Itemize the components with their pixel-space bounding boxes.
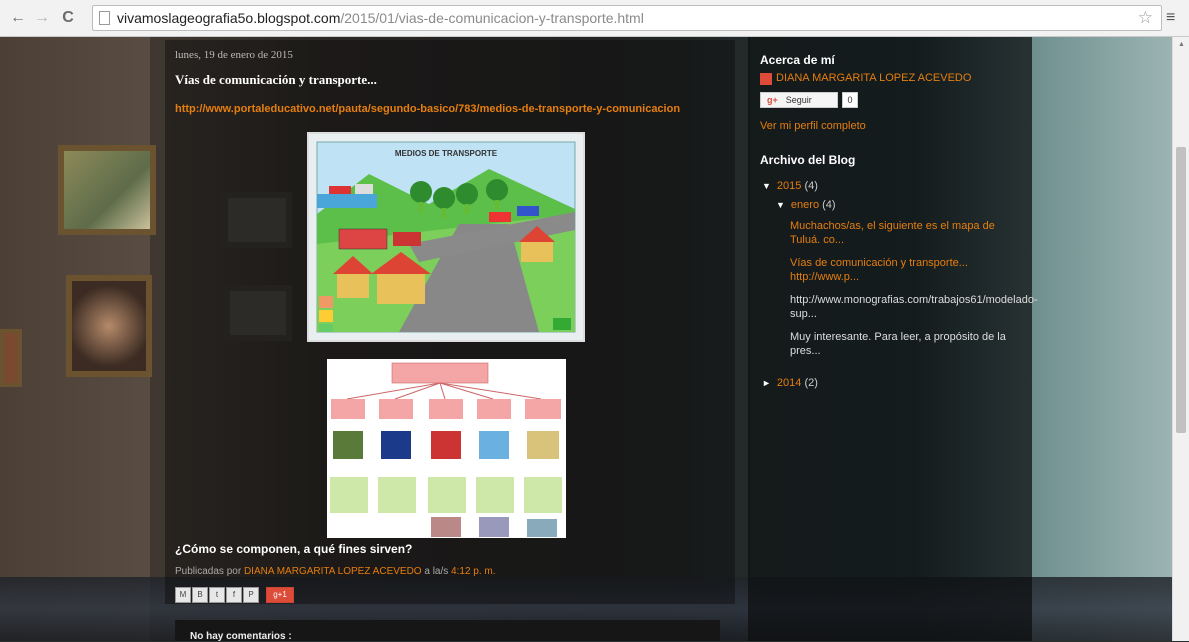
archive-post-link[interactable]: Vías de comunicación y transporte... htt…	[790, 256, 1010, 284]
follow-button[interactable]: g+ Seguir	[760, 92, 838, 108]
wall-frame-5	[0, 329, 22, 387]
scrollbar-thumb[interactable]	[1176, 147, 1186, 433]
expanded-triangle-icon: ▼	[776, 200, 785, 210]
page-icon	[99, 11, 110, 25]
email-share-icon[interactable]: M	[175, 587, 191, 603]
pinterest-share-icon[interactable]: P	[243, 587, 259, 603]
share-buttons: M B t f P g+1	[175, 587, 294, 603]
page-scrollbar[interactable]: ▲	[1172, 37, 1189, 641]
concept-map-image[interactable]	[327, 359, 566, 538]
twitter-share-icon[interactable]: t	[209, 587, 225, 603]
bookmark-star-icon[interactable]: ☆	[1138, 8, 1153, 28]
collapsed-triangle-icon: ►	[762, 378, 771, 388]
concept-map-svg	[327, 359, 566, 538]
follow-widget: g+ Seguir 0	[760, 92, 858, 108]
gplus-button[interactable]: g+1	[266, 587, 294, 603]
follower-count: 0	[842, 92, 858, 108]
transport-scene-svg: MEDIOS DE TRANSPORTE	[309, 134, 583, 340]
post-title[interactable]: Vías de comunicación y transporte...	[175, 72, 377, 88]
profile-icon	[760, 73, 772, 85]
comments-link[interactable]: No hay comentarios :	[190, 631, 292, 642]
transport-illustration[interactable]: MEDIOS DE TRANSPORTE	[307, 132, 585, 342]
back-icon[interactable]: ←	[8, 8, 28, 28]
blog-share-icon[interactable]: B	[192, 587, 208, 603]
scroll-up-icon[interactable]: ▲	[1178, 41, 1185, 48]
archive-year-2015[interactable]: ▼ 2015 (4)	[762, 180, 818, 192]
gplus-icon: g+	[767, 95, 778, 105]
post-subtitle: ¿Cómo se componen, a qué fines sirven?	[175, 542, 413, 556]
view-profile-link[interactable]: Ver mi perfil completo	[760, 120, 866, 132]
expanded-triangle-icon: ▼	[762, 181, 771, 191]
post-byline: Publicadas por DIANA MARGARITA LOPEZ ACE…	[175, 566, 496, 577]
archive-heading: Archivo del Blog	[760, 153, 856, 167]
archive-post-link[interactable]: http://www.monografias.com/trabajos61/mo…	[790, 293, 1038, 321]
archive-post-link[interactable]: Muchachos/as, el siguiente es el mapa de…	[790, 219, 1010, 247]
menu-icon[interactable]: ≡	[1166, 9, 1175, 27]
facebook-share-icon[interactable]: f	[226, 587, 242, 603]
address-bar[interactable]: vivamoslageografia5o.blogspot.com/2015/0…	[92, 5, 1162, 31]
profile-name-link[interactable]: DIANA MARGARITA LOPEZ ACEVEDO	[776, 72, 971, 84]
image-title: MEDIOS DE TRANSPORTE	[395, 149, 498, 158]
archive-month-enero[interactable]: ▼ enero (4)	[776, 199, 836, 211]
reload-icon[interactable]: C	[58, 8, 78, 28]
post-date: lunes, 19 de enero de 2015	[175, 49, 293, 61]
archive-year-2014[interactable]: ► 2014 (2)	[762, 377, 818, 389]
wall-painting-1	[58, 145, 156, 235]
about-heading: Acerca de mí	[760, 53, 835, 67]
author-link[interactable]: DIANA MARGARITA LOPEZ ACEVEDO	[244, 566, 422, 577]
forward-icon[interactable]: →	[32, 8, 52, 28]
post-time-link[interactable]: 4:12 p. m.	[451, 566, 495, 577]
browser-toolbar: ← → C vivamoslageografia5o.blogspot.com/…	[0, 0, 1189, 37]
archive-post-link[interactable]: Muy interesante. Para leer, a propósito …	[790, 330, 1010, 358]
wall-painting-2	[66, 275, 152, 377]
url-text[interactable]: vivamoslageografia5o.blogspot.com/2015/0…	[117, 10, 644, 26]
post-link[interactable]: http://www.portaleducativo.net/pauta/seg…	[175, 103, 695, 116]
